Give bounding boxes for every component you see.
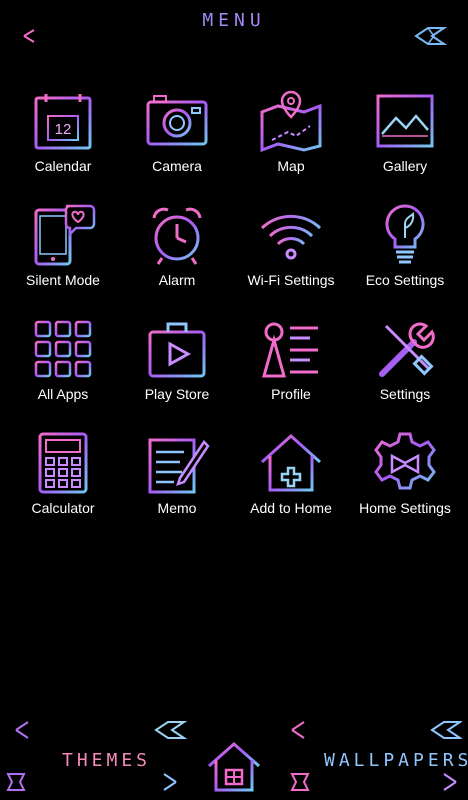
- app-label: Camera: [152, 158, 202, 174]
- app-map[interactable]: Map: [234, 88, 348, 202]
- app-camera[interactable]: Camera: [120, 88, 234, 202]
- themes-arrow-top: [15, 721, 188, 739]
- wifi-icon: [260, 214, 322, 260]
- all-apps-grid-icon: [34, 320, 92, 378]
- alarm-clock-icon: [152, 207, 202, 265]
- app-settings[interactable]: Settings: [348, 316, 462, 430]
- app-add-to-home[interactable]: Add to Home: [234, 430, 348, 544]
- app-label: Profile: [271, 386, 311, 402]
- calculator-icon: [38, 432, 88, 494]
- app-eco-settings[interactable]: Eco Settings: [348, 202, 462, 316]
- app-label: Silent Mode: [26, 272, 100, 288]
- app-calculator[interactable]: Calculator: [6, 430, 120, 544]
- top-arrow-decoration: [23, 27, 448, 45]
- app-profile[interactable]: Profile: [234, 316, 348, 430]
- themes-button[interactable]: THEMES: [62, 750, 151, 771]
- silent-mode-icon: [34, 204, 96, 266]
- app-silent-mode[interactable]: Silent Mode: [6, 202, 120, 316]
- app-memo[interactable]: Memo: [120, 430, 234, 544]
- app-calendar[interactable]: 12 Calendar: [6, 88, 120, 202]
- app-wifi-settings[interactable]: Wi-Fi Settings: [234, 202, 348, 316]
- home-icon[interactable]: [205, 738, 263, 796]
- calendar-date: 12: [55, 121, 72, 138]
- eco-bulb-icon: [385, 204, 425, 264]
- add-to-home-icon: [260, 433, 322, 492]
- memo-icon: [148, 438, 210, 494]
- app-row: 12 Calendar Camera Map Gallery: [6, 88, 462, 202]
- app-label: Memo: [157, 500, 197, 516]
- wallpapers-button[interactable]: WALLPAPERS: [324, 750, 468, 771]
- map-icon: [260, 90, 322, 153]
- app-row: Silent Mode Alarm Wi-Fi Settings Eco Set…: [6, 202, 462, 316]
- camera-icon: [146, 95, 208, 146]
- app-label: Play Store: [144, 386, 210, 402]
- app-label: Calendar: [34, 158, 92, 174]
- app-label: Gallery: [382, 158, 428, 174]
- app-play-store[interactable]: Play Store: [120, 316, 234, 430]
- app-label: All Apps: [37, 386, 89, 402]
- app-row: All Apps Play Store Profile Settings: [6, 316, 462, 430]
- app-label: Wi-Fi Settings: [247, 272, 335, 288]
- play-store-icon: [148, 322, 206, 378]
- app-label: Home Settings: [359, 500, 451, 516]
- themes-arrow-bottom: [6, 773, 177, 791]
- wallpapers-arrow-top: [291, 721, 462, 739]
- app-label: Calculator: [31, 500, 95, 516]
- profile-icon: [262, 322, 318, 378]
- app-label: Settings: [379, 386, 431, 402]
- home-settings-gear-icon: [374, 432, 436, 490]
- app-gallery[interactable]: Gallery: [348, 88, 462, 202]
- settings-tools-icon: [379, 322, 435, 377]
- app-grid: 12 Calendar Camera Map Gallery Silent Mo…: [6, 88, 462, 544]
- gallery-icon: [376, 94, 434, 148]
- app-all-apps[interactable]: All Apps: [6, 316, 120, 430]
- app-home-settings[interactable]: Home Settings: [348, 430, 462, 544]
- calendar-icon: 12: [34, 94, 92, 150]
- app-row: Calculator Memo Add to Home Home Setting…: [6, 430, 462, 544]
- app-label: Alarm: [158, 272, 196, 288]
- app-label: Add to Home: [250, 500, 332, 516]
- app-alarm[interactable]: Alarm: [120, 202, 234, 316]
- app-label: Map: [277, 158, 305, 174]
- wallpapers-arrow-bottom: [290, 773, 457, 791]
- app-label: Eco Settings: [365, 272, 445, 288]
